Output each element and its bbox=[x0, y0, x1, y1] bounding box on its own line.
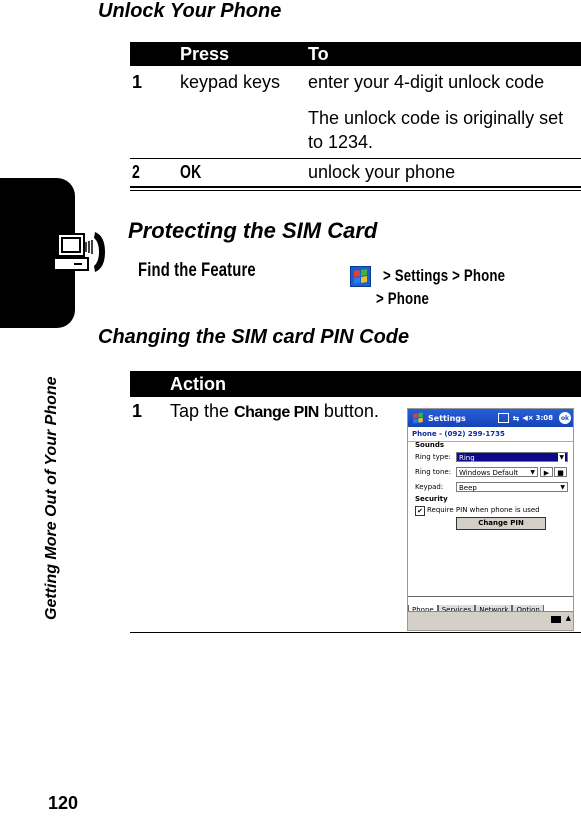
divider bbox=[130, 186, 581, 188]
ok-button[interactable]: ok bbox=[559, 412, 571, 424]
device-title: Settings bbox=[428, 413, 466, 423]
ring-tone-label: Ring tone: bbox=[415, 468, 452, 476]
step-number: 2 bbox=[132, 162, 140, 182]
page-number: 120 bbox=[48, 793, 79, 813]
stop-button[interactable]: ■ bbox=[554, 467, 567, 477]
device-title-bar: Settings ⇆ ◀× 3:08 ok bbox=[408, 409, 573, 427]
header-action: Action bbox=[170, 374, 226, 394]
chevron-down-icon: ▼ bbox=[558, 453, 565, 463]
header-press: Press bbox=[180, 44, 230, 64]
press-value: keypad keys bbox=[180, 72, 281, 92]
keypad-label: Keypad: bbox=[415, 483, 444, 491]
windows-start-icon bbox=[350, 266, 371, 287]
ring-type-select[interactable]: Ring ▼ bbox=[456, 452, 568, 463]
to-value: unlock your phone bbox=[308, 162, 456, 182]
play-button[interactable]: ▶ bbox=[540, 467, 553, 477]
feature-path-line1: > Settings > Phone bbox=[383, 266, 506, 285]
divider bbox=[130, 632, 581, 633]
device-screenshot: Settings ⇆ ◀× 3:08 ok Phone - (092) 299-… bbox=[407, 408, 574, 631]
connectivity-icon[interactable] bbox=[497, 413, 509, 423]
sim-heading: Protecting the SIM Card bbox=[128, 218, 378, 243]
signal-icon[interactable]: ⇆ bbox=[513, 414, 520, 423]
pin-heading: Changing the SIM card PIN Code bbox=[98, 326, 410, 348]
unlock-heading: Unlock Your Phone bbox=[98, 0, 282, 22]
windows-start-icon[interactable] bbox=[411, 411, 425, 425]
divider bbox=[130, 190, 581, 191]
security-label: Security bbox=[415, 495, 448, 503]
clock[interactable]: 3:08 bbox=[536, 414, 553, 422]
input-arrow-icon[interactable]: ▲ bbox=[566, 614, 571, 622]
computer-phone-icon bbox=[50, 228, 112, 278]
feature-path-line2: > Phone bbox=[376, 289, 430, 308]
find-feature-label: Find the Feature bbox=[138, 260, 256, 281]
menu-bar: ▲ bbox=[408, 611, 573, 630]
divider bbox=[130, 158, 581, 159]
change-pin-button[interactable]: Change PIN bbox=[456, 517, 546, 530]
action-table-header: Action bbox=[130, 371, 581, 397]
note-text: The unlock code is originally set to 123… bbox=[308, 108, 564, 152]
keyboard-icon[interactable] bbox=[551, 616, 561, 623]
chevron-down-icon: ▼ bbox=[560, 484, 565, 491]
require-pin-label: Require PIN when phone is used bbox=[427, 506, 540, 514]
step-number: 1 bbox=[132, 72, 143, 92]
require-pin-checkbox[interactable]: ✔ bbox=[415, 506, 425, 516]
device-subtitle: Phone - (092) 299-1735 bbox=[408, 427, 573, 442]
ring-type-label: Ring type: bbox=[415, 453, 451, 461]
ring-tone-select[interactable]: Windows Default ▼ bbox=[456, 467, 538, 477]
header-to: To bbox=[308, 44, 329, 64]
change-pin-key: Change PIN bbox=[234, 404, 319, 421]
unlock-table-header: Press To bbox=[130, 42, 581, 66]
step-number: 1 bbox=[132, 401, 143, 421]
keypad-select[interactable]: Beep ▼ bbox=[456, 482, 568, 492]
chapter-title: Getting More Out of Your Phone bbox=[43, 376, 60, 620]
ok-key: OK bbox=[180, 162, 202, 182]
to-value: enter your 4-digit unlock code bbox=[308, 72, 545, 92]
chevron-down-icon: ▼ bbox=[530, 469, 535, 476]
sounds-label: Sounds bbox=[415, 441, 444, 449]
action-text: Tap the Change PIN button. bbox=[170, 401, 379, 421]
volume-muted-icon[interactable]: ◀× bbox=[522, 414, 533, 422]
